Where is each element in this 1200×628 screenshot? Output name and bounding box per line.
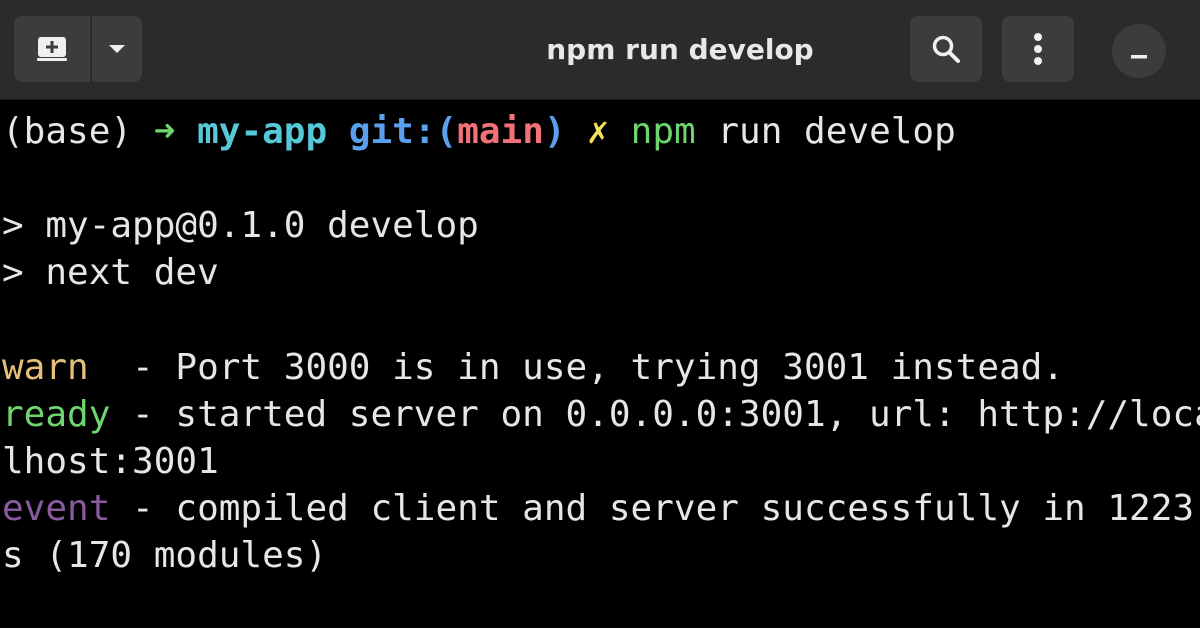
ready-text: - started server on 0.0.0.0:3001, url: h… <box>110 394 1200 435</box>
new-tab-button[interactable] <box>14 16 90 82</box>
window-title: npm run develop <box>546 33 814 66</box>
dirty-mark: ✗ <box>587 111 609 152</box>
ready-tag: ready <box>2 394 111 435</box>
current-directory: my-app <box>197 111 328 152</box>
search-button[interactable] <box>910 16 982 82</box>
tab-dropdown-button[interactable] <box>92 16 142 82</box>
command-name: npm <box>630 111 696 152</box>
terminal-output[interactable]: (base) ➜ my-app git:(main) ✗ npm run dev… <box>0 100 1200 628</box>
git-branch: main <box>457 111 544 152</box>
output-line-event-cont: s (170 modules) <box>2 535 328 576</box>
warn-tag: warn <box>2 347 89 388</box>
output-line-script: > my-app@0.1.0 develop <box>2 205 479 246</box>
event-text: - compiled client and server successfull… <box>110 488 1200 529</box>
event-tag: event <box>2 488 111 529</box>
new-tab-icon <box>37 36 67 62</box>
minimize-icon <box>1129 41 1149 61</box>
output-line-warn: warn - Port 3000 is in use, trying 3001 … <box>2 344 1064 391</box>
terminal-window: npm run develop (base) ➜ my-app git:(mai… <box>0 0 1200 628</box>
conda-env: (base) <box>2 111 154 152</box>
menu-button[interactable] <box>1002 16 1074 82</box>
output-line-event: event - compiled client and server succe… <box>2 485 1200 532</box>
git-close: ) <box>543 111 566 152</box>
output-line-ready-cont: lhost:3001 <box>2 441 219 482</box>
chevron-down-icon <box>108 44 126 54</box>
kebab-menu-icon <box>1033 32 1043 66</box>
minimize-button[interactable] <box>1112 24 1166 78</box>
warn-text: - Port 3000 is in use, trying 3001 inste… <box>88 347 1065 388</box>
title-bar: npm run develop <box>0 0 1200 100</box>
git-label: git:( <box>348 111 458 152</box>
command-args: run develop <box>695 111 956 152</box>
prompt-arrow: ➜ <box>153 111 176 152</box>
output-line-ready: ready - started server on 0.0.0.0:3001, … <box>2 391 1200 438</box>
prompt-line: (base) ➜ my-app git:(main) ✗ npm run dev… <box>2 108 956 155</box>
output-line-next: > next dev <box>2 252 219 293</box>
search-icon <box>931 34 961 64</box>
